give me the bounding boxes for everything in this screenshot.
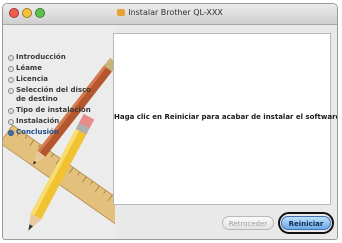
step-conclusion: Conclusión xyxy=(8,128,116,137)
step-destination-select: Selección del disco de destino xyxy=(8,86,116,104)
package-icon xyxy=(117,9,126,16)
step-bullet-icon xyxy=(8,77,14,83)
step-bullet-icon xyxy=(8,119,14,125)
installer-steps-list: Introducción Léame Licencia Selección de… xyxy=(8,53,116,139)
step-bullet-icon xyxy=(8,130,14,136)
step-bullet-icon xyxy=(8,66,14,72)
step-license: Licencia xyxy=(8,75,116,84)
window-title: Instalar Brother QL-XXX xyxy=(3,8,337,17)
back-button[interactable]: Retroceder xyxy=(222,216,274,230)
step-readme: Léame xyxy=(8,64,116,73)
title-bar: Instalar Brother QL-XXX xyxy=(3,4,337,25)
step-bullet-icon xyxy=(8,55,14,61)
installer-window: Instalar Brother QL-XXX Introducción Léa… xyxy=(2,3,338,240)
step-installation-type: Tipo de instalación xyxy=(8,106,116,115)
window-title-text: Instalar Brother QL-XXX xyxy=(128,8,223,17)
step-bullet-icon xyxy=(8,88,14,94)
step-introduction: Introducción xyxy=(8,53,116,62)
restart-message: Haga clic en Reiniciar para acabar de in… xyxy=(114,113,338,121)
step-bullet-icon xyxy=(8,108,14,114)
restart-button-highlight xyxy=(278,212,334,234)
step-installation: Instalación xyxy=(8,117,116,126)
content-panel: Haga clic en Reiniciar para acabar de in… xyxy=(113,33,338,205)
